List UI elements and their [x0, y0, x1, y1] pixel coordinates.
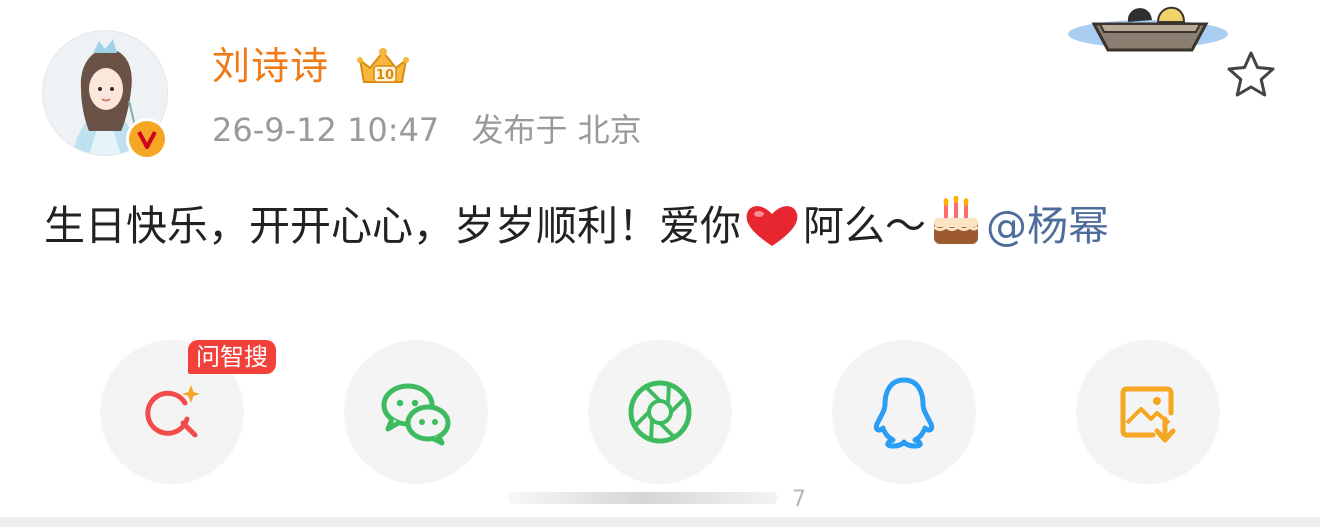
post-meta: 26-9-12 10:47 发布于 北京: [212, 110, 642, 150]
moments-icon: [628, 380, 692, 444]
save-image-icon: [1120, 386, 1176, 443]
bottom-divider: [0, 517, 1320, 527]
page-indicator: 7: [508, 487, 806, 510]
save-image-button[interactable]: [1076, 340, 1220, 484]
heart-emoji: [743, 202, 801, 260]
wechat-share-button[interactable]: [344, 340, 488, 484]
post-text-tail: 阿么～: [803, 202, 926, 250]
crown-badge-icon: 10: [357, 48, 409, 83]
cake-emoji: [928, 195, 984, 260]
mention-link[interactable]: @杨幂: [986, 202, 1109, 250]
verified-badge-icon: [126, 118, 168, 160]
svg-text:10: 10: [376, 68, 394, 83]
ai-search-tag: 问智搜: [188, 340, 276, 374]
author-name[interactable]: 刘诗诗: [212, 42, 329, 90]
post-location: 发布于 北京: [471, 111, 642, 149]
post-text: 生日快乐，开开心心，岁岁顺利！爱你: [44, 202, 741, 250]
wechat-icon: [381, 383, 451, 446]
qq-icon: [874, 377, 934, 449]
qq-share-button[interactable]: [832, 340, 976, 484]
page-indicator-number: 7: [792, 487, 806, 510]
favorite-button[interactable]: [1224, 48, 1278, 102]
star-outline-icon: [1227, 51, 1275, 97]
post-timestamp: 26-9-12 10:47: [212, 111, 440, 149]
boat-illustration: [1068, 6, 1228, 52]
ai-search-icon: [145, 385, 200, 438]
post-content: 生日快乐，开开心心，岁岁顺利！爱你 阿么～ @杨幂: [44, 195, 1109, 260]
moments-share-button[interactable]: [588, 340, 732, 484]
